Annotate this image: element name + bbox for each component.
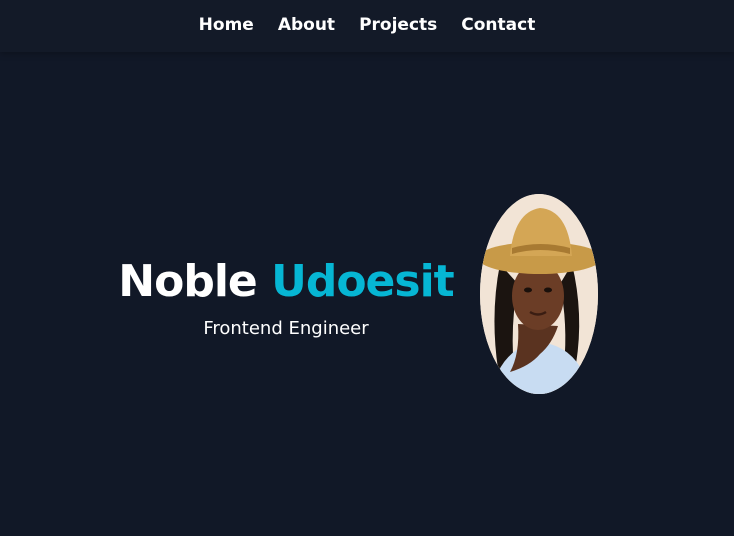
nav-link-projects[interactable]: Projects xyxy=(359,14,437,36)
profile-photo-illustration xyxy=(480,194,598,394)
hero-role: Frontend Engineer xyxy=(203,318,369,339)
navbar: Home About Projects Contact xyxy=(0,0,734,52)
hero-section: Noble Udoesit Frontend Engineer xyxy=(110,255,462,341)
profile-photo xyxy=(480,194,598,394)
page: Home About Projects Contact Noble Udoesi… xyxy=(0,0,734,536)
nav-link-home[interactable]: Home xyxy=(199,14,254,36)
nav-link-about[interactable]: About xyxy=(278,14,335,36)
hero-first-name: Noble xyxy=(118,256,257,307)
hero-last-name: Udoesit xyxy=(271,256,455,307)
hero-name: Noble Udoesit xyxy=(110,255,462,309)
nav-links: Home About Projects Contact xyxy=(0,14,734,36)
nav-link-contact[interactable]: Contact xyxy=(461,14,535,36)
